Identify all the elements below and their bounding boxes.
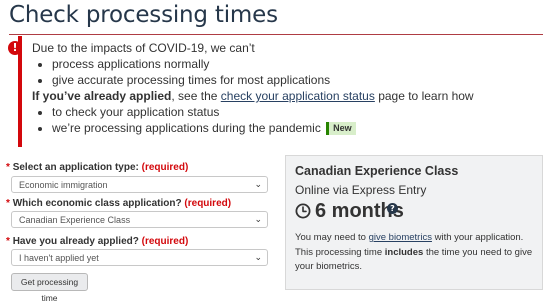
page-title: Check processing times xyxy=(9,2,278,28)
clock-icon xyxy=(295,203,311,219)
application-type-select[interactable]: Economic immigration ⌄ xyxy=(11,176,268,193)
alert-list: process applications normally give accur… xyxy=(32,56,474,88)
chevron-down-icon: ⌄ xyxy=(254,180,262,190)
exclamation-icon: ! xyxy=(8,41,22,55)
alert-list-2: to check your application status we’re p… xyxy=(32,104,474,136)
economic-class-label: * Which economic class application? (req… xyxy=(6,198,232,209)
already-applied-value: I haven't applied yet xyxy=(19,253,99,263)
already-applied-select[interactable]: I haven't applied yet ⌄ xyxy=(11,249,268,266)
alert-bullet: process applications normally xyxy=(52,56,474,72)
alert-bullet: to check your application status xyxy=(52,104,474,120)
application-type-label: * Select an application type: (required) xyxy=(6,162,189,173)
economic-class-select[interactable]: Canadian Experience Class ⌄ xyxy=(11,211,268,228)
new-badge: New xyxy=(326,122,356,135)
economic-class-value: Canadian Experience Class xyxy=(19,215,131,225)
result-body: You may need to give biometrics with you… xyxy=(295,232,533,272)
result-panel: Canadian Experience Class Online via Exp… xyxy=(285,155,543,290)
alert-applied-tail: page to learn how xyxy=(374,89,474,103)
give-biometrics-link[interactable]: give biometrics xyxy=(369,232,432,243)
alert-applied-mid: , see the xyxy=(171,89,221,103)
covid-alert: Due to the impacts of COVID-19, we can’t… xyxy=(32,40,474,136)
alert-bullet-text: we’re processing applications during the… xyxy=(52,121,321,135)
already-applied-label: * Have you already applied? (required) xyxy=(6,236,189,247)
alert-bullet: we’re processing applications during the… xyxy=(52,120,474,136)
get-processing-time-button[interactable]: Get processing time xyxy=(11,273,88,303)
alert-bullet: give accurate processing times for most … xyxy=(52,72,474,88)
result-title: Canadian Experience Class xyxy=(295,164,459,178)
result-subtitle: Online via Express Entry xyxy=(295,183,427,197)
application-type-value: Economic immigration xyxy=(19,180,108,190)
chevron-down-icon: ⌄ xyxy=(254,215,262,225)
alert-applied-lead: If you’ve already applied xyxy=(32,89,172,103)
chevron-down-icon: ⌄ xyxy=(254,253,262,263)
question-circle-icon[interactable]: ? xyxy=(387,203,398,214)
alert-applied-line: If you’ve already applied, see the check… xyxy=(32,88,474,104)
title-divider xyxy=(9,34,543,35)
check-status-link[interactable]: check your application status xyxy=(221,89,375,103)
alert-intro: Due to the impacts of COVID-19, we can’t xyxy=(32,41,255,55)
